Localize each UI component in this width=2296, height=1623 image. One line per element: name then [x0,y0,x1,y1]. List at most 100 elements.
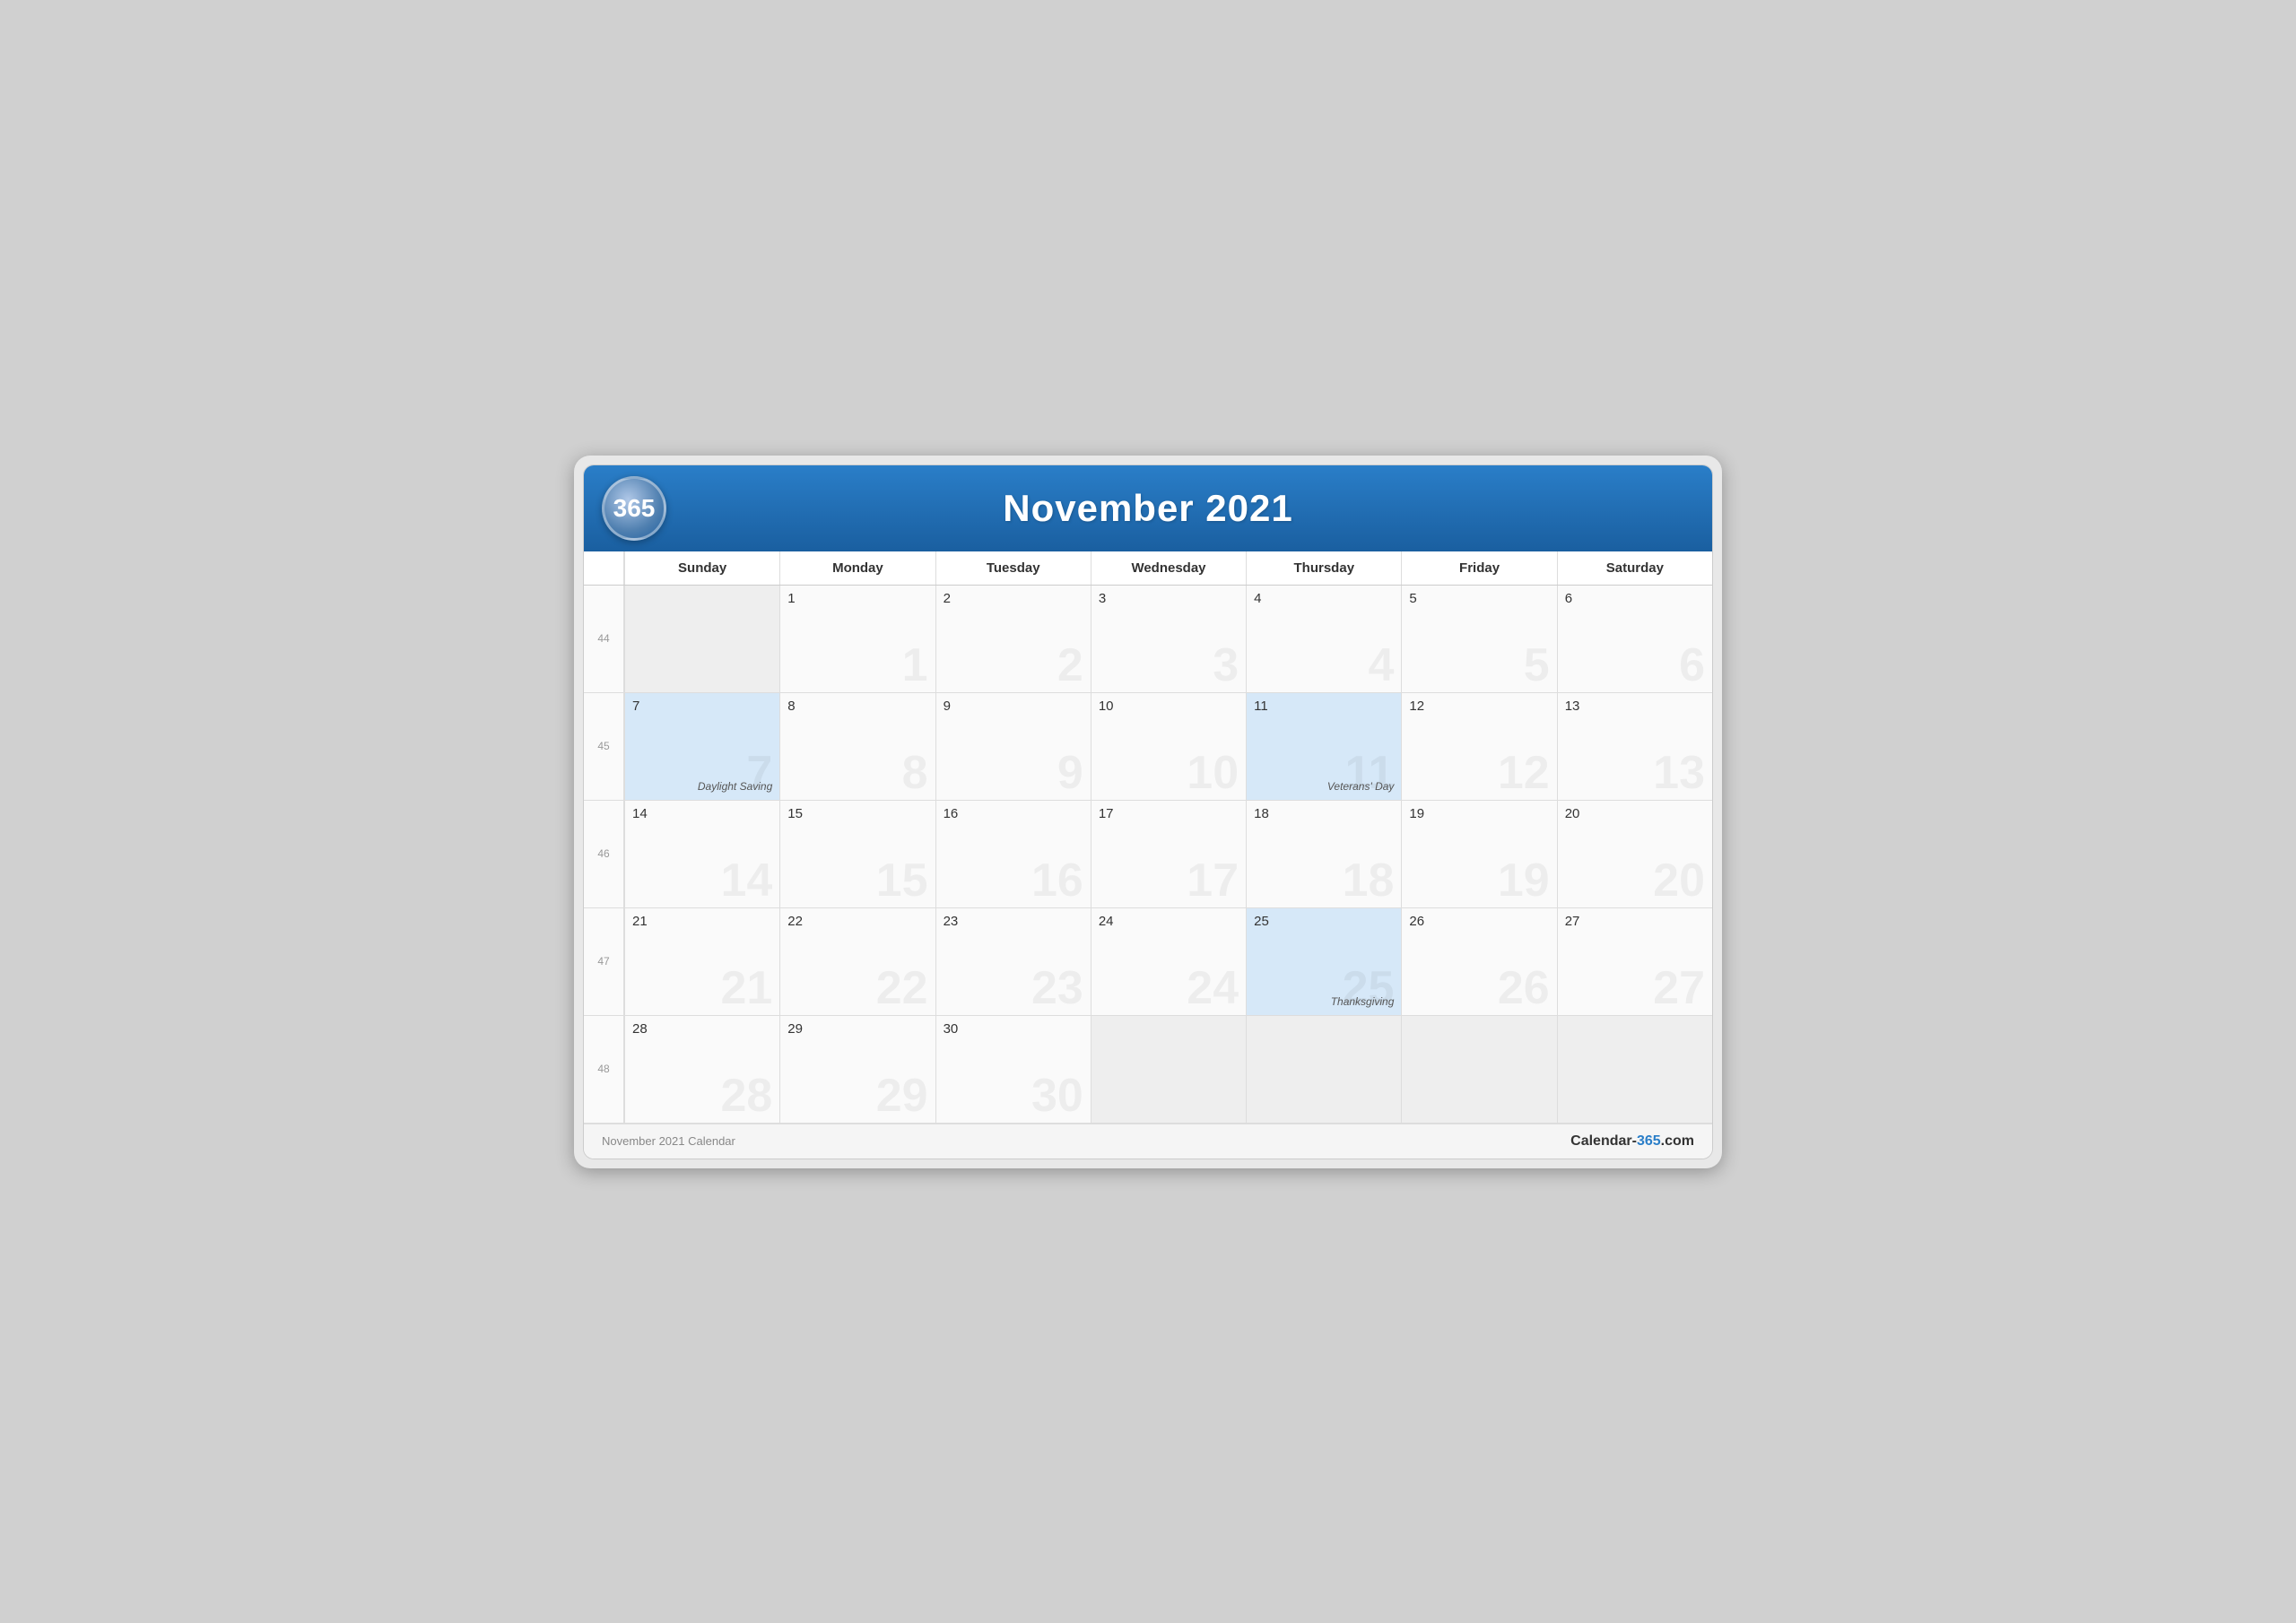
day-cell-7-w1[interactable]: 77Daylight Saving [624,693,779,801]
day-num-18: 18 [1254,806,1394,821]
day-cell-empty-w4[interactable] [1246,1016,1401,1124]
day-cell-19-w2[interactable]: 1919 [1401,801,1556,908]
day-cell-11-w1[interactable]: 1111Veterans' Day [1246,693,1401,801]
day-cell-18-w2[interactable]: 1818 [1246,801,1401,908]
footer-right-text: Calendar-365.com [1570,1133,1694,1150]
day-cell-4-w0[interactable]: 44 [1246,586,1401,693]
day-cell-24-w3[interactable]: 24 24 [1091,908,1246,1016]
day-num-19: 19 [1409,806,1549,821]
day-header-wednesday: Wednesday [1091,551,1246,585]
day-ghost-10: 10 [1187,750,1239,796]
day-num-24: 24 [1099,914,1239,929]
day-cell-empty-w4[interactable] [1557,1016,1712,1124]
day-ghost-3: 3 [1213,642,1239,689]
day-num-23: 23 [944,914,1083,929]
calendar-header: 365 November 2021 [584,465,1712,551]
week-num-46: 46 [584,801,624,908]
day-num-2: 2 [944,591,1083,606]
day-cell-29-w4[interactable]: 29 29 [779,1016,935,1124]
holiday-label-thanksgiving: Thanksgiving [1331,995,1395,1008]
day-num-10: 10 [1099,699,1239,714]
day-num-25: 25 [1254,914,1394,929]
day-cell-22-w3[interactable]: 22 22 [779,908,935,1016]
day-num-14: 14 [632,806,772,821]
day-num-30: 30 [944,1021,1083,1037]
day-cell-20-w2[interactable]: 2020 [1557,801,1712,908]
day-cell-26-w3[interactable]: 2626 [1401,908,1556,1016]
day-num-21: 21 [632,914,772,929]
day-ghost-5: 5 [1524,642,1550,689]
day-ghost-21: 21 [720,965,772,1011]
day-ghost-2: 2 [1057,642,1083,689]
day-header-sunday: Sunday [624,551,779,585]
day-ghost-8: 8 [902,750,928,796]
day-cell-23-w3[interactable]: 23 23 [935,908,1091,1016]
footer-dot-com-text: .com [1661,1133,1694,1149]
day-ghost-24: 24 [1187,965,1239,1011]
calendar-footer: November 2021 Calendar Calendar-365.com [584,1124,1712,1159]
day-num-6: 6 [1565,591,1705,606]
day-cell-13-w1[interactable]: 1313 [1557,693,1712,801]
day-cell-12-w1[interactable]: 12 12 [1401,693,1556,801]
day-cell-5-w0[interactable]: 55 [1401,586,1556,693]
day-cell-17-w2[interactable]: 1717 [1091,801,1246,908]
holiday-label-daylight-saving: Daylight Saving [698,780,772,793]
footer-365-text: 365 [1637,1133,1661,1149]
day-ghost-27: 27 [1653,965,1705,1011]
day-cell-28-w4[interactable]: 2828 [624,1016,779,1124]
day-ghost-23: 23 [1031,965,1083,1011]
day-cell-empty-w0[interactable] [624,586,779,693]
day-cell-2-w0[interactable]: 22 [935,586,1091,693]
day-header-monday: Monday [779,551,935,585]
day-cell-15-w2[interactable]: 1515 [779,801,935,908]
logo-circle: 365 [602,476,666,541]
day-num-11: 11 [1254,699,1394,714]
day-ghost-1: 1 [902,642,928,689]
day-header-saturday: Saturday [1557,551,1712,585]
day-cell-16-w2[interactable]: 1616 [935,801,1091,908]
day-cell-empty-w4[interactable] [1401,1016,1556,1124]
days-header-row: Sunday Monday Tuesday Wednesday Thursday… [584,551,1712,586]
day-header-tuesday: Tuesday [935,551,1091,585]
day-ghost-29: 29 [876,1072,928,1119]
day-cell-21-w3[interactable]: 21 21 [624,908,779,1016]
day-ghost-12: 12 [1498,750,1550,796]
day-num-20: 20 [1565,806,1705,821]
footer-calendar-text: Calendar- [1570,1133,1637,1149]
day-ghost-9: 9 [1057,750,1083,796]
day-num-29: 29 [787,1021,927,1037]
week-num-47: 47 [584,908,624,1016]
day-num-8: 8 [787,699,927,714]
day-ghost-20: 20 [1653,857,1705,904]
day-cell-8-w1[interactable]: 88 [779,693,935,801]
day-ghost-16: 16 [1031,857,1083,904]
day-num-27: 27 [1565,914,1705,929]
day-cell-3-w0[interactable]: 33 [1091,586,1246,693]
day-ghost-30: 30 [1031,1072,1083,1119]
day-num-4: 4 [1254,591,1394,606]
holiday-label-veterans'-day: Veterans' Day [1327,780,1395,793]
day-cell-6-w0[interactable]: 66 [1557,586,1712,693]
day-cell-10-w1[interactable]: 10 10 [1091,693,1246,801]
day-ghost-18: 18 [1343,857,1395,904]
calendar-title: November 2021 [666,487,1630,530]
day-num-17: 17 [1099,806,1239,821]
day-num-12: 12 [1409,699,1549,714]
day-num-3: 3 [1099,591,1239,606]
day-num-5: 5 [1409,591,1549,606]
day-ghost-13: 13 [1653,750,1705,796]
day-cell-empty-w4[interactable] [1091,1016,1246,1124]
day-cell-1-w0[interactable]: 11 [779,586,935,693]
day-ghost-6: 6 [1679,642,1705,689]
day-ghost-17: 17 [1187,857,1239,904]
day-cell-9-w1[interactable]: 99 [935,693,1091,801]
day-cell-25-w3[interactable]: 2525Thanksgiving [1246,908,1401,1016]
day-cell-30-w4[interactable]: 30 30 [935,1016,1091,1124]
calendar-container: 365 November 2021 Sunday Monday Tuesday … [583,464,1713,1159]
day-ghost-22: 22 [876,965,928,1011]
day-cell-14-w2[interactable]: 1414 [624,801,779,908]
day-num-7: 7 [632,699,772,714]
day-header-friday: Friday [1401,551,1556,585]
day-num-22: 22 [787,914,927,929]
day-cell-27-w3[interactable]: 27 27 [1557,908,1712,1016]
